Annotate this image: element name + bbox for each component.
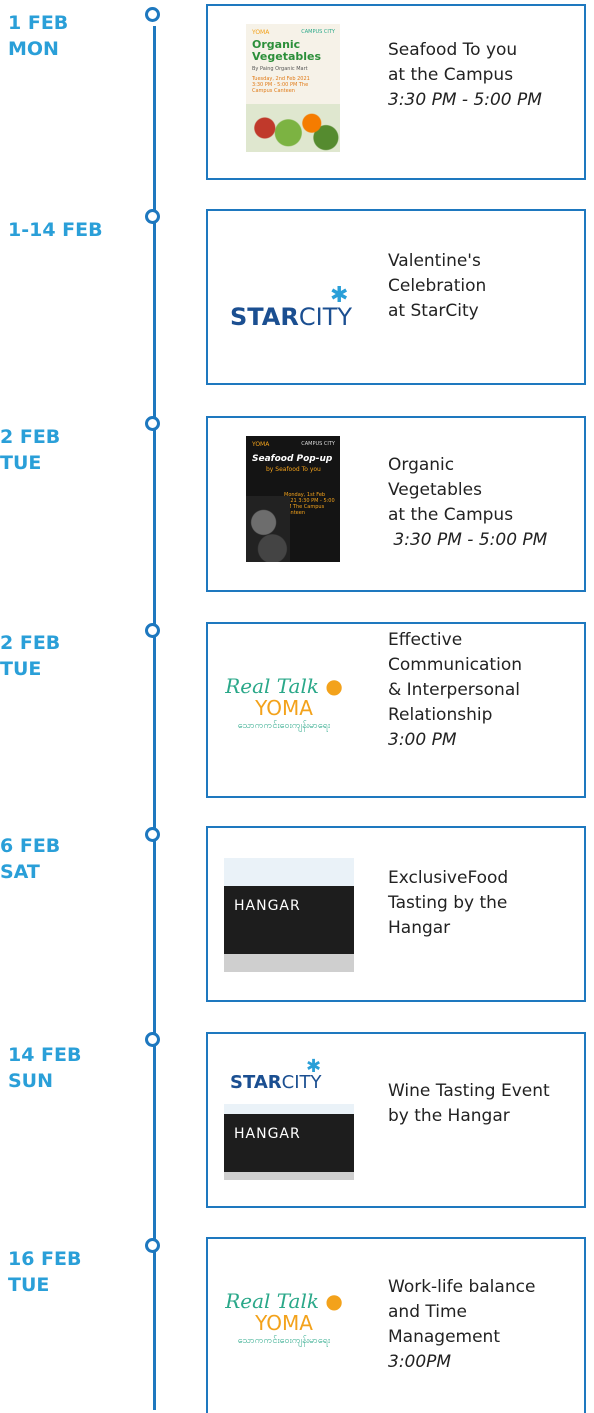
- title-line: Celebration: [388, 276, 487, 296]
- title-line: and Time: [388, 1302, 467, 1322]
- title-line: Vegetables: [388, 480, 482, 500]
- title-line: Communication: [388, 655, 522, 675]
- poster-brand: YOMA: [252, 441, 270, 448]
- event-time: 3:00 PM: [388, 730, 457, 750]
- chat-bubble-icon: ●: [319, 1289, 343, 1313]
- starcity-logo: STARCITY ✱: [230, 1056, 322, 1093]
- timeline-node: [145, 1032, 160, 1047]
- poster-brand: YOMA: [252, 29, 270, 36]
- event-date: 16 FEB TUE: [8, 1246, 82, 1298]
- poster-partner: CAMPUS CITY: [301, 441, 335, 447]
- event-card[interactable]: Real Talk ● YOMA သောကကင်းဝေးကျန်းမာရေး W…: [206, 1237, 586, 1413]
- title-line: at the Campus: [388, 65, 514, 85]
- poster-byline: by Seafood To you: [266, 466, 321, 473]
- hangar-photo: HANGAR: [224, 1104, 354, 1180]
- event-time: 3:00PM: [388, 1352, 452, 1372]
- date-line: 2 FEB: [0, 426, 61, 448]
- title-line: Management: [388, 1327, 500, 1347]
- date-line: 1-14 FEB: [8, 219, 103, 241]
- realtalk-yoma-logo: Real Talk ● YOMA သောကကင်းဝေးကျန်းမာရေး: [221, 1289, 347, 1348]
- title-line: Work-life balance: [388, 1277, 536, 1297]
- title-line: Valentine's: [388, 251, 481, 271]
- title-line: Effective: [388, 630, 463, 650]
- event-date: 2 FEB TUE: [0, 424, 60, 476]
- date-line: SUN: [8, 1070, 54, 1092]
- date-line: 6 FEB: [0, 835, 61, 857]
- event-card[interactable]: Real Talk ● YOMA သောကကင်းဝေးကျန်းမာရေး E…: [206, 622, 586, 798]
- timeline-node: [145, 623, 160, 638]
- event-title: Organic Vegetables at the Campus 3:30 PM…: [388, 453, 547, 553]
- star-icon: ✱: [330, 283, 349, 308]
- star-icon: ✱: [306, 1056, 322, 1077]
- realtalk-yoma-logo: Real Talk ● YOMA သောကကင်းဝေးကျန်းမာရေး: [221, 674, 347, 733]
- poster-byline: By Paing Organic Mart: [252, 66, 308, 72]
- timeline-node: [145, 827, 160, 842]
- logo-text: YOMA: [255, 696, 313, 720]
- event-card[interactable]: STARCITY ✱ HANGAR Wine Tasting Event by …: [206, 1032, 586, 1208]
- title-line: ExclusiveFood: [388, 868, 509, 888]
- title-line: Hangar: [388, 918, 451, 938]
- date-line: 16 FEB: [8, 1248, 82, 1270]
- date-line: 14 FEB: [8, 1044, 82, 1066]
- title-line: Seafood To you: [388, 40, 518, 60]
- timeline-line: [153, 26, 156, 1410]
- event-title: Work-life balance and Time Management 3:…: [388, 1275, 535, 1375]
- title-line: at StarCity: [388, 301, 479, 321]
- vegetables-image: [246, 104, 340, 152]
- title-line: & Interpersonal: [388, 680, 520, 700]
- date-line: TUE: [8, 1274, 50, 1296]
- poster-headline: Seafood Pop-up: [252, 454, 333, 464]
- date-line: 2 FEB: [0, 632, 61, 654]
- logo-text: Real Talk: [225, 1289, 319, 1313]
- date-line: MON: [8, 38, 59, 60]
- event-date: 1 FEB MON: [8, 10, 68, 62]
- logo-text: Real Talk: [225, 674, 319, 698]
- starcity-logo: STARCITY ✱: [230, 283, 353, 331]
- date-line: 1 FEB: [8, 12, 69, 34]
- event-title: Valentine's Celebration at StarCity: [388, 249, 486, 324]
- title-line: Wine Tasting Event: [388, 1081, 550, 1101]
- title-line: Relationship: [388, 705, 493, 725]
- date-line: SAT: [0, 861, 40, 883]
- event-title: Wine Tasting Event by the Hangar: [388, 1079, 550, 1129]
- date-line: TUE: [0, 452, 42, 474]
- logo-text: YOMA: [255, 1311, 313, 1335]
- event-poster-thumbnail: YOMA CAMPUS CITY Seafood Pop-up by Seafo…: [246, 436, 340, 562]
- timeline-node: [145, 416, 160, 431]
- title-line: by the Hangar: [388, 1106, 510, 1126]
- logo-text: သောကကင်းဝေးကျန်းမာရေး: [237, 1336, 331, 1346]
- logo-text: သောကကင်းဝေးကျန်းမာရေး: [237, 721, 331, 731]
- timeline-node: [145, 1238, 160, 1253]
- hangar-photo: HANGAR: [224, 858, 354, 972]
- event-date: 1-14 FEB: [8, 217, 103, 243]
- event-card[interactable]: YOMA CAMPUS CITY Seafood Pop-up by Seafo…: [206, 416, 586, 592]
- event-card[interactable]: YOMA CAMPUS CITY Organic Vegetables By P…: [206, 4, 586, 180]
- timeline-node: [145, 7, 160, 22]
- event-card[interactable]: STARCITY ✱ Valentine's Celebration at St…: [206, 209, 586, 385]
- poster-details: Monday, 1st Feb 2021 3:30 PM - 5:00 PM T…: [284, 492, 335, 516]
- poster-partner: CAMPUS CITY: [301, 29, 335, 35]
- event-title: Effective Communication & Interpersonal …: [388, 628, 522, 753]
- poster-headline: Organic Vegetables: [252, 38, 322, 63]
- event-time: 3:30 PM - 5:00 PM: [388, 90, 542, 110]
- title-line: Tasting by the: [388, 893, 508, 913]
- hangar-sign: HANGAR: [234, 898, 301, 914]
- title-line: Organic: [388, 455, 455, 475]
- event-date: 6 FEB SAT: [0, 833, 60, 885]
- title-line: at the Campus: [388, 505, 514, 525]
- seafood-image: [246, 496, 290, 562]
- event-poster-thumbnail: YOMA CAMPUS CITY Organic Vegetables By P…: [246, 24, 340, 152]
- event-date: 2 FEB TUE: [0, 630, 60, 682]
- event-title: ExclusiveFood Tasting by the Hangar: [388, 866, 508, 941]
- date-line: TUE: [0, 658, 42, 680]
- chat-bubble-icon: ●: [319, 674, 343, 698]
- event-card[interactable]: HANGAR ExclusiveFood Tasting by the Hang…: [206, 826, 586, 1002]
- timeline-node: [145, 209, 160, 224]
- event-date: 14 FEB SUN: [8, 1042, 82, 1094]
- hangar-sign: HANGAR: [234, 1126, 301, 1142]
- event-time: 3:30 PM - 5:00 PM: [388, 530, 548, 550]
- event-title: Seafood To you at the Campus 3:30 PM - 5…: [388, 38, 542, 113]
- poster-details: Tuesday, 2nd Feb 2021 3:30 PM - 5:00 PM …: [252, 76, 310, 94]
